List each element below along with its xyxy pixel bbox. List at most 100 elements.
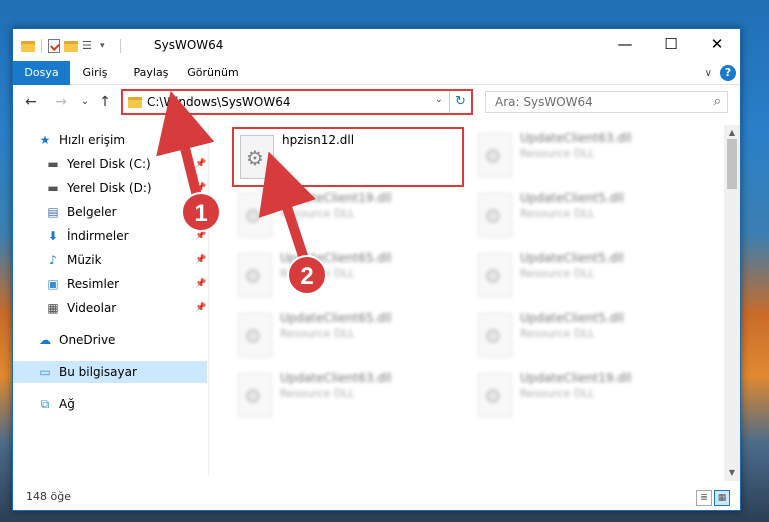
tab-home[interactable]: Giriş [77,61,113,85]
sidebar-item-label: Yerel Disk (C:) [67,157,151,171]
dll-file-icon: ⚙ [240,135,274,179]
file-tile[interactable]: ⚙ UpdateClient5.dll Resource DLL [472,187,704,247]
minimize-button[interactable]: — [602,29,648,59]
search-box[interactable]: Ara: SysWOW64 ⌕ [485,91,728,113]
forward-button[interactable]: → [51,92,71,112]
drive-icon: ▬ [47,181,59,195]
ribbon-right-controls: ∨ ? [705,65,736,81]
sidebar-item-drive-c[interactable]: ▬ Yerel Disk (C:) 📌 [13,153,207,175]
navigation-pane: ★ Hızlı erişim ▬ Yerel Disk (C:) 📌 ▬ Yer… [13,125,209,475]
pin-icon: 📌 [195,183,207,193]
sidebar-item-label: Resimler [67,277,120,291]
file-type: Resource DLL [280,267,355,280]
tab-share[interactable]: Paylaş [129,61,173,85]
star-icon: ★ [39,133,51,147]
file-name: UpdateClient19.dll [280,191,392,205]
vertical-scrollbar[interactable]: ▲ ▼ [724,125,740,481]
navigation-bar: ← → ⌄ ↑ C:\Windows\SysWOW64 ⌄ ↻ Ara: Sys… [13,86,740,118]
dll-file-icon: ⚙ [238,253,272,297]
view-switcher: ≣ ▦ [696,490,730,506]
properties-icon[interactable] [48,39,60,53]
file-tile[interactable]: ⚙ UpdateClient19.dll Resource DLL [232,187,464,247]
maximize-button[interactable]: ☐ [648,29,694,59]
dll-file-icon: ⚙ [238,193,272,237]
tiles-view-icon[interactable]: ▦ [714,490,730,506]
sidebar-item-network[interactable]: ⧉ Ağ [13,393,207,415]
folder-icon [21,40,35,52]
chevron-down-icon[interactable]: ⌄ [435,94,443,105]
details-view-icon[interactable]: ≣ [696,490,712,506]
dll-file-icon: ⚙ [478,133,512,177]
dll-file-icon: ⚙ [238,313,272,357]
sidebar-item-label: Videolar [67,301,117,315]
file-name: UpdateClient5.dll [520,191,624,205]
search-placeholder: Ara: SysWOW64 [495,95,593,109]
cloud-icon: ☁ [39,333,51,347]
sidebar-item-onedrive[interactable]: ☁ OneDrive [13,329,207,351]
tab-file[interactable]: Dosya [13,61,70,85]
sidebar-item-pictures[interactable]: ▣ Resimler 📌 [13,273,207,295]
file-name: UpdateClient65.dll [280,311,392,325]
gear-icon: ⚙ [244,384,262,408]
pin-icon: 📌 [195,279,207,289]
pin-icon: 📌 [195,159,207,169]
sidebar-item-label: Ağ [59,397,75,411]
pin-icon: 📌 [195,255,207,265]
folder-icon [128,97,142,108]
file-type: Resource DLL [520,267,595,280]
up-button[interactable]: ↑ [95,92,115,112]
recent-locations-button[interactable]: ⌄ [75,92,95,112]
file-tile[interactable]: ⚙ UpdateClient19.dll Resource DLL [472,367,704,427]
sidebar-item-videos[interactable]: ▦ Videolar 📌 [13,297,207,319]
customize-view-icon[interactable]: ☰ [82,39,96,53]
file-tile[interactable]: ⚙ UpdateClient5.dll Resource DLL [472,247,704,307]
sidebar-item-quick-access[interactable]: ★ Hızlı erişim [13,129,207,151]
file-name: UpdateClient63.dll [520,131,632,145]
refresh-icon[interactable]: ↻ [449,91,471,113]
title-bar: ☰ ▾ SysWOW64 — ☐ ✕ [13,29,740,61]
dll-file-icon: ⚙ [238,373,272,417]
sidebar-item-downloads[interactable]: ⬇ İndirmeler 📌 [13,225,207,247]
file-type: Resource DLL [280,207,355,220]
status-bar: 148 öğe ≣ ▦ [13,486,740,510]
new-folder-icon[interactable] [64,40,78,52]
window-controls: — ☐ ✕ [602,29,740,59]
gear-icon: ⚙ [246,146,264,170]
help-icon[interactable]: ? [720,65,736,81]
scrollbar-thumb[interactable] [727,139,737,189]
close-button[interactable]: ✕ [694,29,740,59]
file-tile[interactable]: ⚙ UpdateClient65.dll Resource DLL [232,247,464,307]
dll-file-icon: ⚙ [478,313,512,357]
chevron-down-icon[interactable]: ▾ [100,39,114,53]
network-icon: ⧉ [40,397,50,411]
sidebar-item-documents[interactable]: ▤ Belgeler 📌 [13,201,207,223]
sidebar-item-label: İndirmeler [67,229,129,243]
file-tile[interactable]: ⚙ UpdateClient63.dll Resource DLL [472,127,704,187]
sidebar-item-drive-d[interactable]: ▬ Yerel Disk (D:) 📌 [13,177,207,199]
gear-icon: ⚙ [244,324,262,348]
sidebar-item-music[interactable]: ♪ Müzik 📌 [13,249,207,271]
file-tile[interactable]: ⚙ UpdateClient65.dll Resource DLL [232,307,464,367]
search-icon: ⌕ [713,94,721,109]
file-tile-hpzisn12[interactable]: ⚙ hpzisn12.dll [232,127,464,187]
file-tile[interactable]: ⚙ UpdateClient5.dll Resource DLL [472,307,704,367]
dll-file-icon: ⚙ [478,193,512,237]
separator [120,39,121,53]
expand-ribbon-icon[interactable]: ∨ [705,68,712,79]
file-name: UpdateClient63.dll [280,371,392,385]
scroll-down-icon[interactable]: ▼ [724,465,740,481]
window-title: SysWOW64 [154,38,224,52]
documents-icon: ▤ [47,205,59,219]
separator [41,39,42,53]
gear-icon: ⚙ [484,204,502,228]
address-bar[interactable]: C:\Windows\SysWOW64 ⌄ ↻ [121,89,473,115]
tab-view[interactable]: Görünüm [185,61,241,85]
gear-icon: ⚙ [484,384,502,408]
pin-icon: 📌 [195,231,207,241]
file-name: UpdateClient65.dll [280,251,392,265]
address-path: C:\Windows\SysWOW64 [147,95,291,109]
file-name: hpzisn12.dll [282,133,355,147]
file-tile[interactable]: ⚙ UpdateClient63.dll Resource DLL [232,367,464,427]
back-button[interactable]: ← [21,92,41,112]
sidebar-item-this-pc[interactable]: ▭ Bu bilgisayar [13,361,207,383]
